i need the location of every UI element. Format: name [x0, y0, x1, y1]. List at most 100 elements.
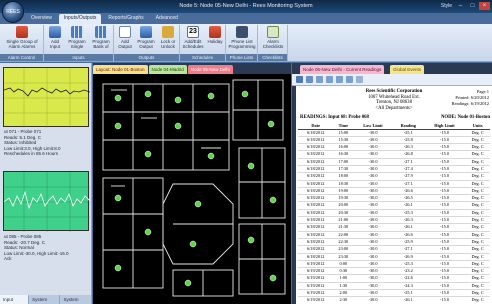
tab-current-readings[interactable]: Node 05-New Delhi - Current Readings: [300, 65, 385, 74]
tab-reports-graphs[interactable]: Reports/Graphs: [103, 14, 148, 24]
maximize-icon[interactable]: □: [467, 2, 478, 10]
floorplan-panel: Layout: Node 01-Boston Node 04-Madrid No…: [93, 63, 291, 304]
tab-global-events[interactable]: Global Events: [390, 65, 425, 74]
holiday-button[interactable]: Holiday: [205, 26, 225, 53]
table-cell: -15.0: [423, 172, 466, 181]
table-cell: 23:30: [333, 253, 354, 261]
minimize-icon[interactable]: –: [455, 2, 466, 10]
table-row: 6/18/2012 19:00 -30.0 -26.6 -15.0 Deg. C: [298, 187, 490, 196]
table-cell: -15.0: [423, 223, 466, 232]
table-cell: 1:30: [333, 282, 354, 291]
sensor-sidebar: ut 071 - Probe 071 Reads: 5.1 Deg. C Sta…: [0, 63, 92, 304]
table-cell: -15.0: [423, 282, 466, 291]
zoom-icon[interactable]: [356, 76, 363, 83]
table-row: 6/19/2012 0:30 -30.0 -23.2 -15.0 Deg. C: [298, 267, 490, 276]
table-cell: -30.0: [353, 172, 393, 181]
program-single-button[interactable]: Program Single: [66, 26, 88, 53]
table-cell: 6/18/2012: [298, 172, 334, 181]
first-page-icon[interactable]: [316, 76, 323, 83]
tab-overview[interactable]: Overview: [26, 14, 57, 24]
sidebar-tab-system-tree[interactable]: System Tree: [60, 295, 92, 304]
next-page-icon[interactable]: [336, 76, 343, 83]
phone-list-programming-button[interactable]: Phone List Programming: [228, 26, 256, 53]
column-header: Units: [465, 122, 490, 130]
style-menu[interactable]: Style: [441, 3, 452, 9]
table-cell: -30.0: [353, 209, 393, 218]
sensor-chart-a-plot: [3, 68, 91, 128]
print-icon[interactable]: [296, 76, 303, 83]
table-cell: 6/18/2012: [298, 180, 334, 188]
table-row: 6/18/2012 18:30 -30.0 -27.1 -15.0 Deg. C: [298, 180, 490, 188]
table-row: 6/18/2012 20:30 -30.0 -25.3 -15.0 Deg. C: [298, 209, 490, 218]
ribbon-group-checklists: Alarm Checklists Checklists: [258, 25, 288, 61]
close-icon[interactable]: ×: [479, 2, 490, 10]
sensor-chart-a[interactable]: [3, 67, 91, 128]
table-row: 6/19/2012 2:00 -30.0 -25.1 -15.0 Deg. C: [298, 289, 490, 298]
table-cell: 21:00: [333, 216, 354, 225]
single-group-alarm-button[interactable]: Single Group of Alarm Alarms: [2, 26, 42, 53]
sensor-marker: [207, 152, 215, 160]
table-cell: 22:00: [333, 231, 354, 239]
table-cell: 6/18/2012: [298, 136, 334, 145]
tab-advanced[interactable]: Advanced: [151, 14, 183, 24]
table-cell: -26.6: [392, 231, 424, 239]
table-row: 6/18/2012 15:30 -30.0 -25.8 -15.0 Deg. C: [298, 136, 490, 145]
column-header: Date: [298, 122, 334, 130]
table-cell: -30.0: [353, 180, 393, 188]
sidebar-tab-input-areas[interactable]: Input Areas: [0, 295, 30, 304]
table-cell: -30.0: [353, 216, 393, 225]
sensor-marker: [267, 120, 275, 128]
table-cell: 21:30: [333, 223, 354, 232]
sensor-chart-b-plot: [3, 172, 91, 232]
table-header-row: Date Time Low Limit Reading High Limit U…: [298, 122, 490, 130]
add-output-button[interactable]: Add Output: [116, 26, 134, 53]
table-cell: Deg. C: [465, 209, 490, 218]
table-cell: 16:00: [333, 143, 354, 152]
alarm-icon: [16, 26, 28, 38]
app-orb-button[interactable]: REES: [2, 1, 24, 23]
lock-unlock-button[interactable]: Lock or Unlock: [158, 26, 178, 53]
table-cell: Deg. C: [465, 150, 490, 159]
sensor-marker: [269, 274, 277, 282]
table-row: 6/18/2012 17:00 -30.0 -27.1 -15.0 Deg. C: [298, 158, 490, 167]
tab-node-madrid[interactable]: Node 04-Madrid: [148, 65, 187, 74]
sensor-chart-b[interactable]: [3, 171, 91, 232]
table-row: 6/18/2012 21:00 -30.0 -26.3 -15.0 Deg. C: [298, 216, 490, 225]
table-cell: Deg. C: [465, 136, 490, 145]
readings-table: Date Time Low Limit Reading High Limit U…: [298, 122, 490, 304]
table-cell: 6/18/2012: [298, 129, 334, 137]
export-icon[interactable]: [306, 76, 313, 83]
program-bank-button[interactable]: Program Bank of: [90, 26, 112, 53]
table-cell: 15:30: [333, 136, 354, 145]
tab-inputs-outputs[interactable]: Inputs/Outputs: [58, 14, 102, 24]
program-output-button[interactable]: Program Output: [136, 26, 156, 53]
table-cell: 6/18/2012: [298, 187, 334, 196]
add-input-button[interactable]: Add Input: [46, 26, 64, 53]
program-output-icon: [140, 26, 152, 38]
table-cell: -15.0: [423, 238, 466, 247]
table-row: 6/19/2012 0:00 -30.0 -25.3 -15.0 Deg. C: [298, 260, 490, 269]
alarm-checklists-button[interactable]: Alarm Checklists: [260, 26, 286, 53]
table-cell: -25.3: [392, 260, 424, 269]
table-cell: Deg. C: [465, 289, 490, 298]
previous-page-icon[interactable]: [326, 76, 333, 83]
table-cell: Deg. C: [465, 223, 490, 232]
table-cell: -30.0: [353, 238, 393, 247]
ribbon-group-schedules: 23 Add/Edit Schedules Holiday Schedules: [180, 25, 226, 61]
table-cell: -27.1: [392, 180, 424, 188]
tab-node-new-delhi[interactable]: Node 05-New Delhi: [187, 65, 233, 74]
add-edit-schedules-button[interactable]: 23 Add/Edit Schedules: [182, 26, 204, 53]
sidebar-tab-system-ed[interactable]: System ed...: [29, 295, 61, 304]
table-cell: 6/19/2012: [298, 289, 334, 298]
floorplan-map[interactable]: [93, 74, 291, 304]
last-page-icon[interactable]: [346, 76, 353, 83]
add-output-icon: [119, 26, 131, 38]
table-cell: 6/18/2012: [298, 201, 334, 210]
table-cell: 6/19/2012: [298, 260, 334, 269]
ribbon-group-phone-lists: Phone List Programming Phone Lists: [226, 25, 258, 61]
tab-layout-boston[interactable]: Layout: Node 01-Boston: [93, 65, 148, 74]
table-cell: 18:00: [333, 172, 354, 181]
sensor-marker: [247, 236, 255, 244]
table-cell: Deg. C: [465, 194, 490, 203]
table-cell: -15.0: [423, 274, 466, 283]
